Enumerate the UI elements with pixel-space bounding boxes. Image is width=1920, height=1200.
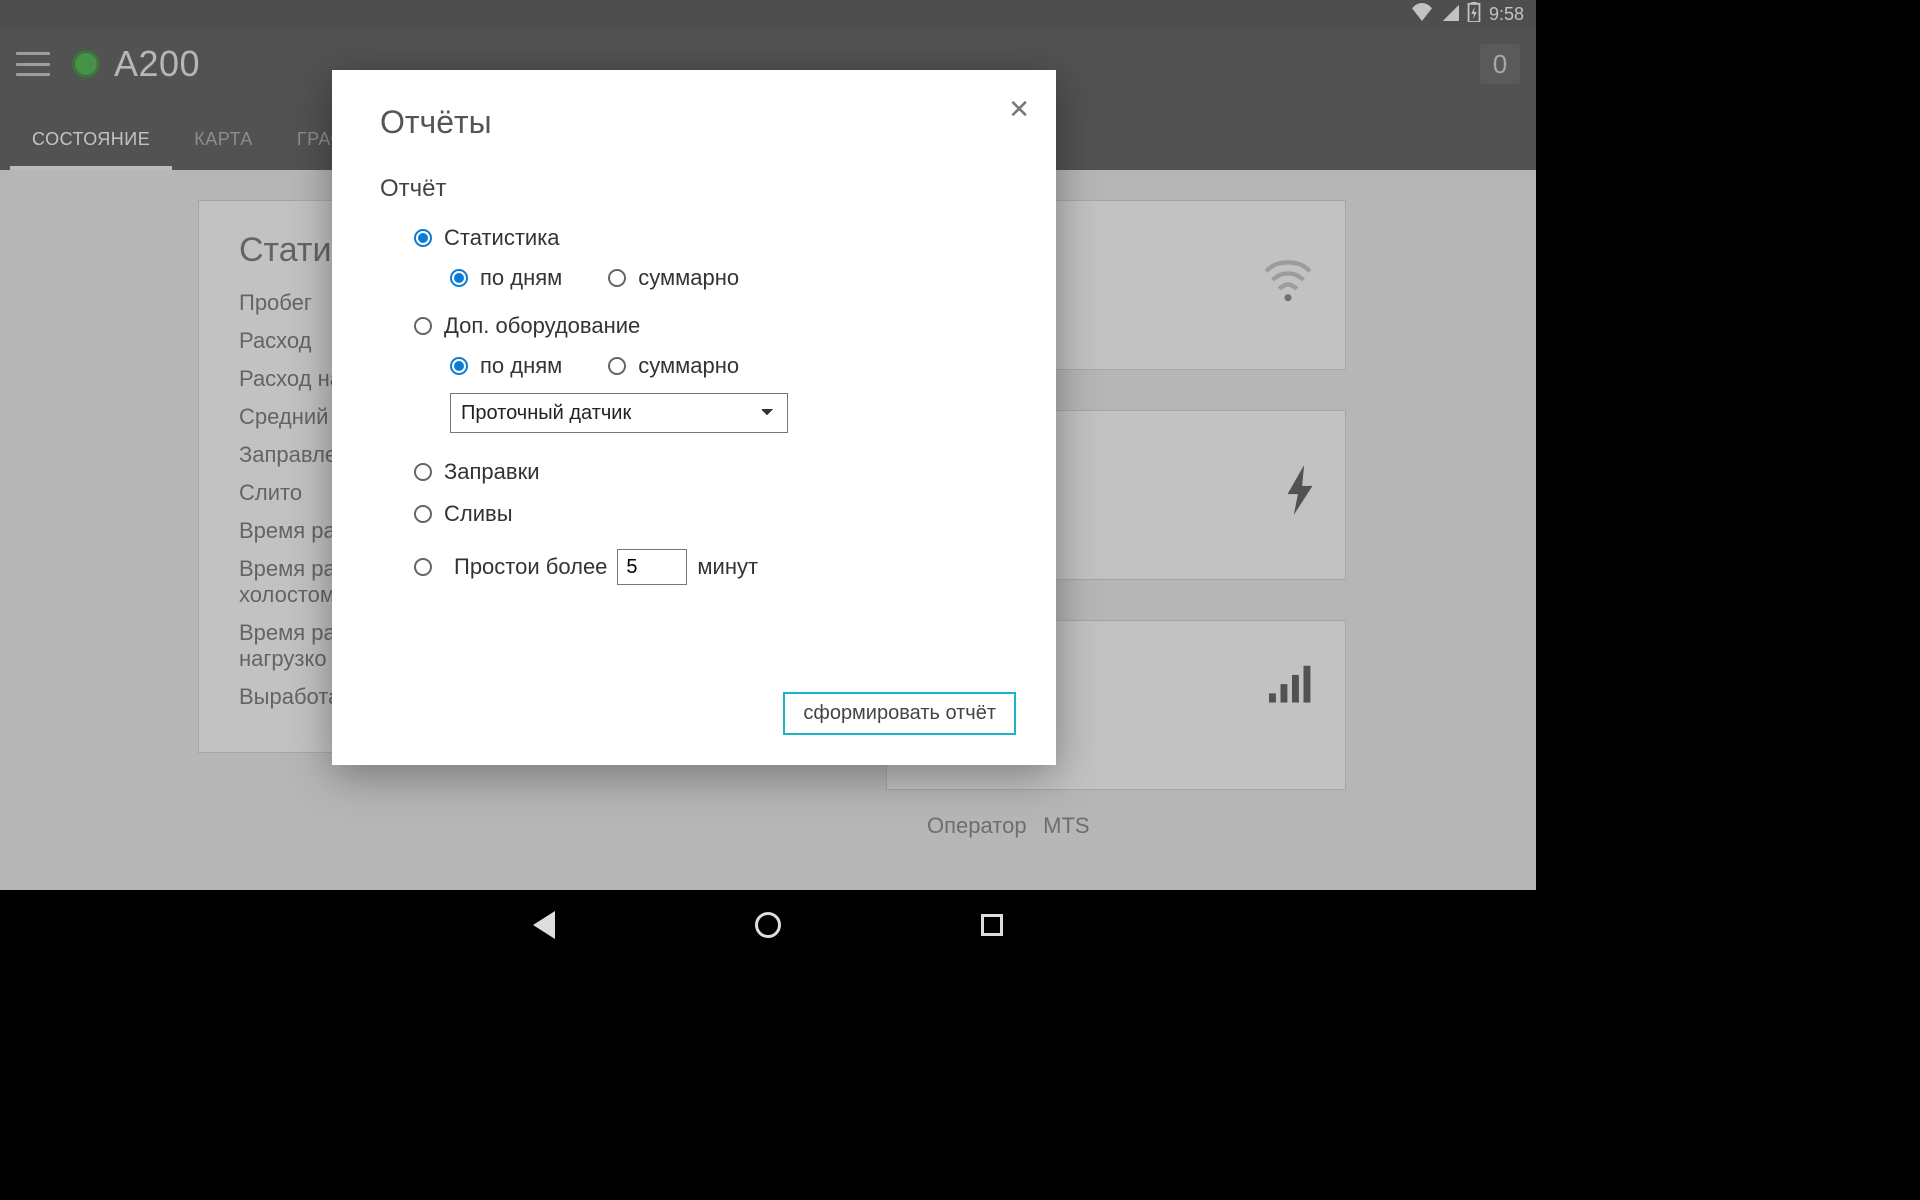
stats-by-day[interactable]: по дням [450,265,562,291]
radio-icon [608,357,626,375]
idle-minutes-input[interactable] [617,549,687,585]
radio-icon [608,269,626,287]
stats-total[interactable]: суммарно [608,265,739,291]
equip-by-day[interactable]: по дням [450,353,562,379]
radio-icon [414,558,432,576]
report-type-idle[interactable]: Простои более минут [414,549,1008,585]
radio-label: Заправки [444,459,540,485]
radio-label: суммарно [638,353,739,379]
radio-label: Сливы [444,501,513,527]
android-navbar [0,890,1536,960]
idle-label-prefix: Простои более [454,554,607,580]
radio-icon [414,505,432,523]
radio-label: по дням [480,265,562,291]
radio-label: Статистика [444,225,560,251]
radio-icon [414,229,432,247]
report-type-stats[interactable]: Статистика [414,225,1008,251]
radio-label: суммарно [638,265,739,291]
report-type-refuel[interactable]: Заправки [414,459,1008,485]
nav-back-icon[interactable] [533,911,555,939]
sensor-select[interactable]: Проточный датчик [450,393,788,433]
generate-report-button[interactable]: сформировать отчёт [783,692,1016,735]
radio-label: Доп. оборудование [444,313,640,339]
radio-icon [414,463,432,481]
reports-dialog: ✕ Отчёты Отчёт Статистика по дням суммар… [332,70,1056,765]
close-icon[interactable]: ✕ [1008,94,1030,125]
dialog-section-label: Отчёт [380,175,1008,203]
report-type-drain[interactable]: Сливы [414,501,1008,527]
dialog-title: Отчёты [380,104,1008,141]
idle-label-suffix: минут [697,554,758,580]
report-type-equipment[interactable]: Доп. оборудование [414,313,1008,339]
nav-home-icon[interactable] [755,912,781,938]
radio-icon [450,357,468,375]
nav-recent-icon[interactable] [981,914,1003,936]
radio-icon [450,269,468,287]
equip-total[interactable]: суммарно [608,353,739,379]
radio-icon [414,317,432,335]
radio-label: по дням [480,353,562,379]
